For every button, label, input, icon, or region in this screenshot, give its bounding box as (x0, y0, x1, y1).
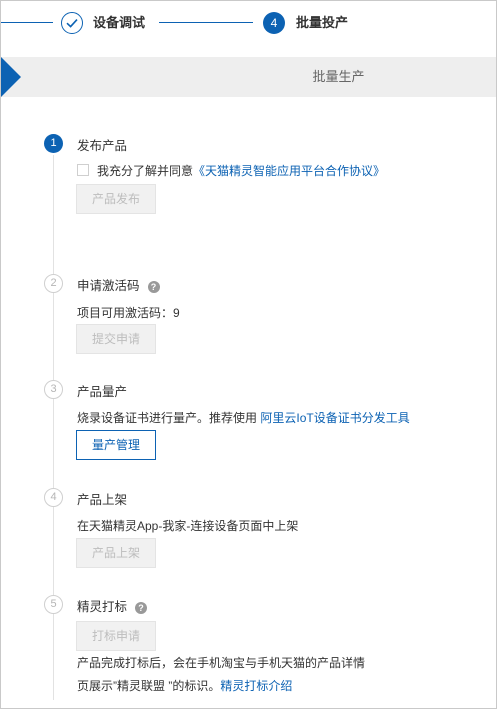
agreement-checkbox[interactable] (77, 164, 89, 176)
activation-code-count: 项目可用激活码：9 (77, 306, 180, 320)
listing-description: 在天猫精灵App-我家-连接设备页面中上架 (77, 519, 299, 533)
stepper-line (159, 22, 253, 23)
step-number-badge: 1 (44, 134, 63, 153)
description-text: 页展示”精灵联盟 ”的标识。 (77, 679, 221, 693)
list-product-button[interactable]: 产品上架 (76, 538, 156, 568)
step-title: 产品上架 (77, 493, 128, 507)
progress-stepper: 设备调试 4 批量投产 (1, 1, 496, 45)
certificate-tool-link[interactable]: 阿里云IoT设备证书分发工具 (260, 411, 409, 425)
step-title: 精灵打标? (77, 596, 148, 615)
step-title: 发布产品 (77, 139, 128, 153)
step-number-badge: 3 (44, 380, 63, 399)
tagging-application-button[interactable]: 打标申请 (76, 621, 156, 651)
mass-production-description: 烧录设备证书进行量产。推荐使用 阿里云IoT设备证书分发工具 (77, 409, 410, 426)
tagging-description-line1: 产品完成打标后，会在手机淘宝与手机天猫的产品详情 (77, 656, 366, 670)
description-text: 烧录设备证书进行量产。推荐使用 (77, 411, 258, 425)
step-label-batch-production[interactable]: 批量投产 (296, 14, 348, 32)
step-number-badge: 4 (44, 488, 63, 507)
production-management-button[interactable]: 量产管理 (76, 430, 156, 460)
agreement-link[interactable]: 《天猫精灵智能应用平台合作协议》 (193, 164, 385, 178)
step-complete-check-icon (61, 12, 83, 34)
tagging-intro-link[interactable]: 精灵打标介绍 (220, 679, 292, 693)
help-icon[interactable]: ? (135, 602, 148, 614)
step-number-badge: 5 (44, 595, 63, 614)
steps-connector-line (53, 155, 54, 700)
agreement-label: 我充分了解并同意《天猫精灵智能应用平台合作协议》 (97, 162, 385, 179)
help-icon[interactable]: ? (147, 281, 160, 293)
publish-product-button[interactable]: 产品发布 (76, 184, 156, 214)
step-number-badge: 2 (44, 274, 63, 293)
agreement-prefix: 我充分了解并同意 (97, 164, 194, 178)
step-title-text: 精灵打标 (77, 600, 128, 614)
tagging-description-line2: 页展示”精灵联盟 ”的标识。精灵打标介绍 (77, 677, 292, 694)
step-number-current: 4 (263, 12, 285, 34)
section-header: 批量生产 (1, 57, 496, 97)
app-frame: 设备调试 4 批量投产 批量生产 1 发布产品 我充分了解并同意《天猫精灵智能应… (0, 0, 497, 709)
steps-content: 1 发布产品 我充分了解并同意《天猫精灵智能应用平台合作协议》 产品发布 2 申… (1, 97, 496, 708)
section-title: 批量生产 (312, 69, 365, 84)
step-label-device-debug[interactable]: 设备调试 (93, 14, 145, 32)
step-title: 产品量产 (77, 385, 128, 399)
step-title: 申请激活码? (77, 275, 160, 294)
step-title-text: 申请激活码 (77, 279, 140, 293)
submit-application-button[interactable]: 提交申请 (76, 324, 156, 354)
stepper-line (1, 22, 53, 23)
